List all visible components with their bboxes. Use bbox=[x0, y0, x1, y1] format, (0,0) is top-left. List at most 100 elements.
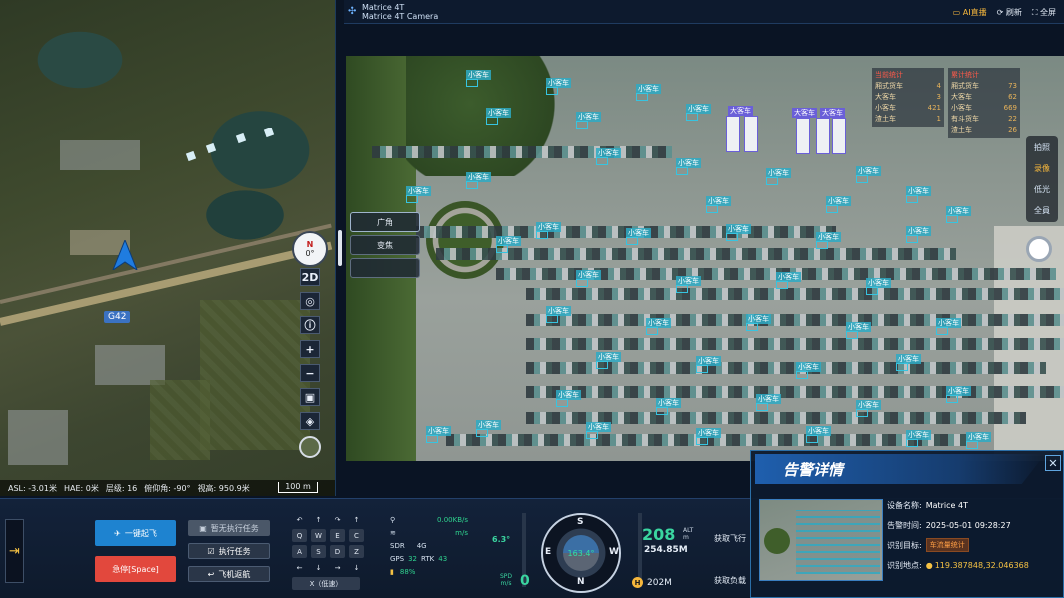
ai-live-button[interactable]: ▭ AI直播 bbox=[953, 7, 987, 18]
mode-video[interactable]: 录像 bbox=[1034, 163, 1050, 174]
panel-splitter-handle[interactable] bbox=[338, 230, 342, 266]
farm-field bbox=[200, 300, 310, 450]
pitch-readout: 俯仰角: -90° bbox=[144, 483, 191, 493]
vehicle-box bbox=[856, 409, 868, 417]
parking-row bbox=[436, 248, 956, 260]
road-label: G42 bbox=[104, 311, 131, 323]
cardinal-w: W bbox=[609, 547, 619, 557]
vehicle-box bbox=[726, 233, 738, 241]
key-s[interactable]: S bbox=[311, 545, 326, 558]
low-speed-key[interactable]: X（低速） bbox=[292, 577, 360, 590]
rotate-left-key[interactable]: ↶ bbox=[292, 513, 307, 526]
key-d[interactable]: D bbox=[330, 545, 345, 558]
total-stats: 累计统计 厢式货车 73 大客车 62 小客车 669 有斗货车 22 渣土车 26 bbox=[948, 68, 1020, 138]
aircraft-icon bbox=[112, 240, 138, 270]
return-home-button[interactable]: ↩ 飞机返航 bbox=[188, 566, 270, 582]
vehicle-box bbox=[746, 323, 758, 331]
fetch-flight-button[interactable]: 获取飞行 bbox=[714, 533, 746, 544]
location-label: 识别地点: bbox=[887, 560, 922, 570]
lens-ir-button[interactable] bbox=[350, 258, 420, 278]
lens-wide-button[interactable]: 广角 bbox=[350, 212, 420, 232]
vehicle-box bbox=[866, 287, 878, 295]
altitude-unit: ALT m bbox=[683, 527, 694, 541]
vehicle-box bbox=[796, 371, 808, 379]
key-w[interactable]: W bbox=[311, 529, 326, 542]
ascend-key[interactable]: ↑ bbox=[349, 513, 364, 526]
map-toolbar: 2D ◎ ⓘ + − ▣ ◈ bbox=[299, 268, 321, 458]
cardinal-e: E bbox=[545, 547, 552, 557]
vehicle-box bbox=[636, 93, 648, 101]
cardinal-s: S bbox=[577, 517, 584, 527]
current-stats: 当前统计 厢式货车 4 大客车 3 小客车 421 渣土车 1 bbox=[872, 68, 944, 127]
vehicle-box bbox=[406, 195, 418, 203]
mode-photo[interactable]: 拍照 bbox=[1034, 142, 1050, 153]
home-distance: H 202M bbox=[632, 577, 672, 588]
mode-all[interactable]: 全員 bbox=[1034, 205, 1050, 216]
link-rate: 0.00KB/s bbox=[437, 515, 468, 524]
device-label: 设备名称: bbox=[887, 500, 922, 510]
right-key[interactable]: → bbox=[330, 561, 345, 574]
vehicle-box bbox=[826, 205, 838, 213]
vehicle-box bbox=[486, 117, 498, 125]
lens-zoom-button[interactable]: 变焦 bbox=[350, 235, 420, 255]
layers-button[interactable]: ◈ bbox=[300, 412, 320, 430]
vehicle-box bbox=[906, 439, 918, 447]
bus-detection bbox=[832, 118, 846, 154]
key-q[interactable]: Q bbox=[292, 529, 307, 542]
vehicle-box bbox=[546, 87, 558, 95]
vehicle-box bbox=[936, 327, 948, 335]
drone-markers bbox=[185, 128, 275, 162]
pause-task-button[interactable]: ▣ 暂无执行任务 bbox=[188, 520, 270, 536]
rotate-right-key[interactable]: ↷ bbox=[330, 513, 345, 526]
vehicle-box bbox=[556, 399, 568, 407]
device-value: Matrice 4T bbox=[925, 500, 968, 510]
vehicle-box bbox=[776, 281, 788, 289]
left-key[interactable]: ← bbox=[292, 561, 307, 574]
vehicle-box bbox=[496, 245, 508, 253]
key-z[interactable]: Z bbox=[349, 545, 364, 558]
map-scale: 100 m bbox=[278, 482, 318, 493]
fullscreen-button[interactable]: ⛶ 全屏 bbox=[1032, 7, 1056, 18]
mode-lowlight[interactable]: 低光 bbox=[1034, 184, 1050, 195]
vehicle-box bbox=[676, 167, 688, 175]
view-2d-button[interactable]: 2D bbox=[300, 268, 320, 286]
close-icon: ✕ bbox=[1048, 456, 1058, 470]
heading-dial: S W N E 163.4° bbox=[541, 513, 621, 593]
zoom-in-button[interactable]: + bbox=[300, 340, 320, 358]
key-a[interactable]: A bbox=[292, 545, 307, 558]
shutter-button[interactable] bbox=[1026, 236, 1052, 262]
alert-title: 告警详情 bbox=[755, 454, 1045, 484]
refresh-button[interactable]: ⟳ 刷新 bbox=[997, 7, 1022, 18]
vehicle-box bbox=[896, 363, 908, 371]
descend-key[interactable]: ↓ bbox=[349, 561, 364, 574]
gimbal-pitch: 6.3° bbox=[492, 535, 511, 544]
zoom-out-button[interactable]: − bbox=[300, 364, 320, 382]
basemap-thumbnail[interactable] bbox=[299, 436, 321, 458]
map-mode-button[interactable]: ▣ bbox=[300, 388, 320, 406]
exit-button[interactable]: ⇥ bbox=[5, 519, 24, 583]
alert-snapshot[interactable] bbox=[759, 499, 883, 581]
vehicle-box bbox=[596, 157, 608, 165]
fetch-payload-button[interactable]: 获取负载 bbox=[714, 575, 746, 586]
camera-video-feed[interactable]: 小客车 小客车 小客车 小客车 小客车 小客车 小客车 小客车 小客车 小客车 小客车 小客车 小客车小… bbox=[346, 56, 1064, 461]
map-view[interactable]: G42 N 0° 2D ◎ ⓘ + − ▣ ◈ ASL: -3.01米 HAE:… bbox=[0, 0, 336, 496]
compass-button[interactable]: N 0° bbox=[292, 231, 328, 267]
key-c[interactable]: C bbox=[349, 529, 364, 542]
forward-key[interactable]: ↑ bbox=[311, 513, 326, 526]
bus-label: 大客车 bbox=[792, 108, 817, 118]
key-e[interactable]: E bbox=[330, 529, 345, 542]
rail-line bbox=[0, 223, 332, 304]
execute-task-button[interactable]: ☑ 执行任务 bbox=[188, 543, 270, 559]
back-key[interactable]: ↓ bbox=[311, 561, 326, 574]
wind-icon: ≋ bbox=[390, 528, 396, 537]
close-button[interactable]: ✕ bbox=[1045, 455, 1061, 471]
plane-icon: ✈ bbox=[114, 528, 121, 538]
pause-icon: ▣ bbox=[199, 523, 207, 533]
locate-button[interactable]: ◎ bbox=[300, 292, 320, 310]
location-value: 119.387848,32.046368 bbox=[934, 560, 1029, 570]
takeoff-button[interactable]: ✈ 一键起飞 bbox=[95, 520, 176, 546]
info-button[interactable]: ⓘ bbox=[300, 316, 320, 334]
emergency-stop-button[interactable]: 急停[Space] bbox=[95, 556, 176, 582]
vehicle-box bbox=[906, 235, 918, 243]
solar-field bbox=[60, 140, 140, 170]
